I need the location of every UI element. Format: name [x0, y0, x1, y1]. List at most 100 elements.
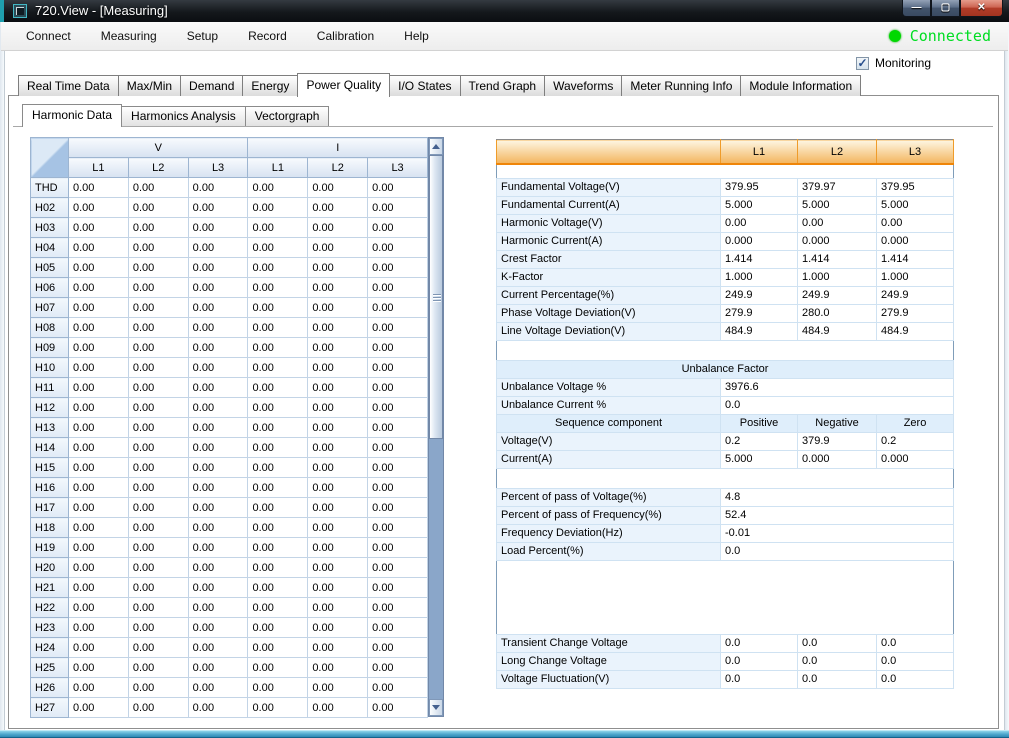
harmonic-row-h12: H120.000.000.000.000.000.00: [31, 398, 428, 418]
section-header-unbalance-factor: Unbalance Factor: [497, 360, 954, 378]
harmonic-cell: 0.00: [308, 498, 368, 518]
harmonic-cell: 0.00: [188, 358, 248, 378]
maximize-button[interactable]: ▢: [931, 0, 960, 17]
tab-meter-running-info[interactable]: Meter Running Info: [621, 75, 740, 96]
harmonic-cell: 0.00: [188, 278, 248, 298]
harmonic-cell: 0.00: [188, 538, 248, 558]
harmonic-cell: 0.00: [188, 238, 248, 258]
quality-row-value: 3976.6: [721, 378, 954, 396]
menu-item-help[interactable]: Help: [389, 26, 444, 46]
tab-real-time-data[interactable]: Real Time Data: [18, 75, 118, 96]
minimize-button[interactable]: —: [902, 0, 931, 17]
menu-item-connect[interactable]: Connect: [11, 26, 86, 46]
tab-waveforms[interactable]: Waveforms: [544, 75, 621, 96]
harmonic-cell: 0.00: [248, 518, 308, 538]
close-button[interactable]: ✕: [960, 0, 1003, 17]
harmonic-cell: 0.00: [308, 538, 368, 558]
harmonic-cell: 0.00: [128, 398, 188, 418]
menu-item-record[interactable]: Record: [233, 26, 302, 46]
quality-row-current-a: Current(A)5.0000.0000.000: [497, 450, 954, 468]
harmonic-cell: 0.00: [188, 378, 248, 398]
harmonic-table-container: VIL1L2L3L1L2L3 THD0.000.000.000.000.000.…: [30, 137, 428, 718]
tab-power-quality[interactable]: Power Quality: [297, 73, 390, 97]
quality-row-unbalance-current: Unbalance Current %0.0: [497, 396, 954, 414]
tab-max-min[interactable]: Max/Min: [118, 75, 180, 96]
harmonic-table-scrollbar[interactable]: [428, 137, 444, 717]
harmonic-row-h21: H210.000.000.000.000.000.00: [31, 578, 428, 598]
harmonic-cell: 0.00: [368, 338, 428, 358]
harmonic-cell: 0.00: [128, 678, 188, 698]
quality-row-label: Fundamental Current(A): [497, 196, 721, 214]
menu-item-measuring[interactable]: Measuring: [86, 26, 172, 46]
harmonic-row-h09: H090.000.000.000.000.000.00: [31, 338, 428, 358]
col-header-l1-0: L1: [69, 158, 129, 178]
quality-cell: 0.00: [721, 214, 798, 232]
quality-cell: 280.0: [798, 304, 877, 322]
monitoring-checkbox[interactable]: ✓: [856, 57, 869, 70]
harmonic-cell: 0.00: [248, 598, 308, 618]
harmonic-cell: 0.00: [308, 658, 368, 678]
tab-module-information[interactable]: Module Information: [740, 75, 861, 96]
subtab-vectorgraph[interactable]: Vectorgraph: [245, 106, 330, 126]
menu-item-setup[interactable]: Setup: [172, 26, 233, 46]
harmonic-row-h08: H080.000.000.000.000.000.00: [31, 318, 428, 338]
quality-row-label: Harmonic Current(A): [497, 232, 721, 250]
spacer-cell: [497, 164, 954, 178]
col-header-l2-4: L2: [308, 158, 368, 178]
harmonic-cell: 0.00: [248, 498, 308, 518]
tab-trend-graph[interactable]: Trend Graph: [460, 75, 545, 96]
harmonic-cell: 0.00: [308, 638, 368, 658]
harmonic-cell: 0.00: [248, 198, 308, 218]
harmonic-cell: 0.00: [308, 318, 368, 338]
quality-cell: 1.000: [721, 268, 798, 286]
harmonic-cell: 0.00: [368, 398, 428, 418]
quality-row-label: Unbalance Current %: [497, 396, 721, 414]
tab-energy[interactable]: Energy: [242, 75, 297, 96]
quality-col-header-l1: L1: [721, 140, 798, 165]
harmonic-row-h16: H160.000.000.000.000.000.00: [31, 478, 428, 498]
quality-row-label: Frequency Deviation(Hz): [497, 524, 721, 542]
harmonic-cell: 0.00: [128, 338, 188, 358]
harmonic-cell: 0.00: [128, 238, 188, 258]
monitoring-control[interactable]: ✓ Monitoring: [856, 56, 931, 70]
harmonic-cell: 0.00: [188, 698, 248, 718]
harmonic-cell: 0.00: [308, 678, 368, 698]
harmonic-cell: 0.00: [69, 318, 129, 338]
row-header: H20: [31, 558, 69, 578]
section-header-label: Unbalance Factor: [497, 360, 954, 378]
scrollbar-thumb[interactable]: [429, 155, 443, 439]
harmonic-cell: 0.00: [248, 478, 308, 498]
row-header: H25: [31, 658, 69, 678]
harmonic-cell: 0.00: [308, 698, 368, 718]
menu-item-calibration[interactable]: Calibration: [302, 26, 389, 46]
spacer-row: [497, 340, 954, 360]
harmonic-cell: 0.00: [308, 298, 368, 318]
quality-cell: 0.00: [798, 214, 877, 232]
subtab-harmonic-data[interactable]: Harmonic Data: [22, 104, 122, 127]
scrollbar-down-button[interactable]: [429, 699, 443, 716]
spacer-row: [497, 560, 954, 634]
scrollbar-up-button[interactable]: [429, 138, 443, 155]
harmonic-cell: 0.00: [128, 318, 188, 338]
harmonic-cell: 0.00: [69, 398, 129, 418]
harmonic-cell: 0.00: [248, 678, 308, 698]
tab-i-o-states[interactable]: I/O States: [390, 75, 459, 96]
harmonic-cell: 0.00: [308, 458, 368, 478]
row-header: H13: [31, 418, 69, 438]
harmonic-cell: 0.00: [248, 538, 308, 558]
title-bar: 720.View - [Measuring] —▢✕: [0, 0, 1009, 22]
quality-cell: 0.000: [877, 450, 954, 468]
harmonic-cell: 0.00: [69, 338, 129, 358]
harmonic-cell: 0.00: [188, 578, 248, 598]
harmonic-table-body: THD0.000.000.000.000.000.00H020.000.000.…: [31, 178, 428, 718]
subtab-harmonics-analysis[interactable]: Harmonics Analysis: [122, 106, 245, 126]
tab-demand[interactable]: Demand: [180, 75, 242, 96]
quality-row-label: Load Percent(%): [497, 542, 721, 560]
harmonic-cell: 0.00: [248, 398, 308, 418]
harmonic-cell: 0.00: [128, 658, 188, 678]
harmonic-cell: 0.00: [188, 198, 248, 218]
harmonic-cell: 0.00: [69, 258, 129, 278]
main-tab-strip: Real Time DataMax/MinDemandEnergyPower Q…: [18, 75, 861, 97]
harmonic-cell: 0.00: [69, 178, 129, 198]
harmonic-cell: 0.00: [69, 638, 129, 658]
